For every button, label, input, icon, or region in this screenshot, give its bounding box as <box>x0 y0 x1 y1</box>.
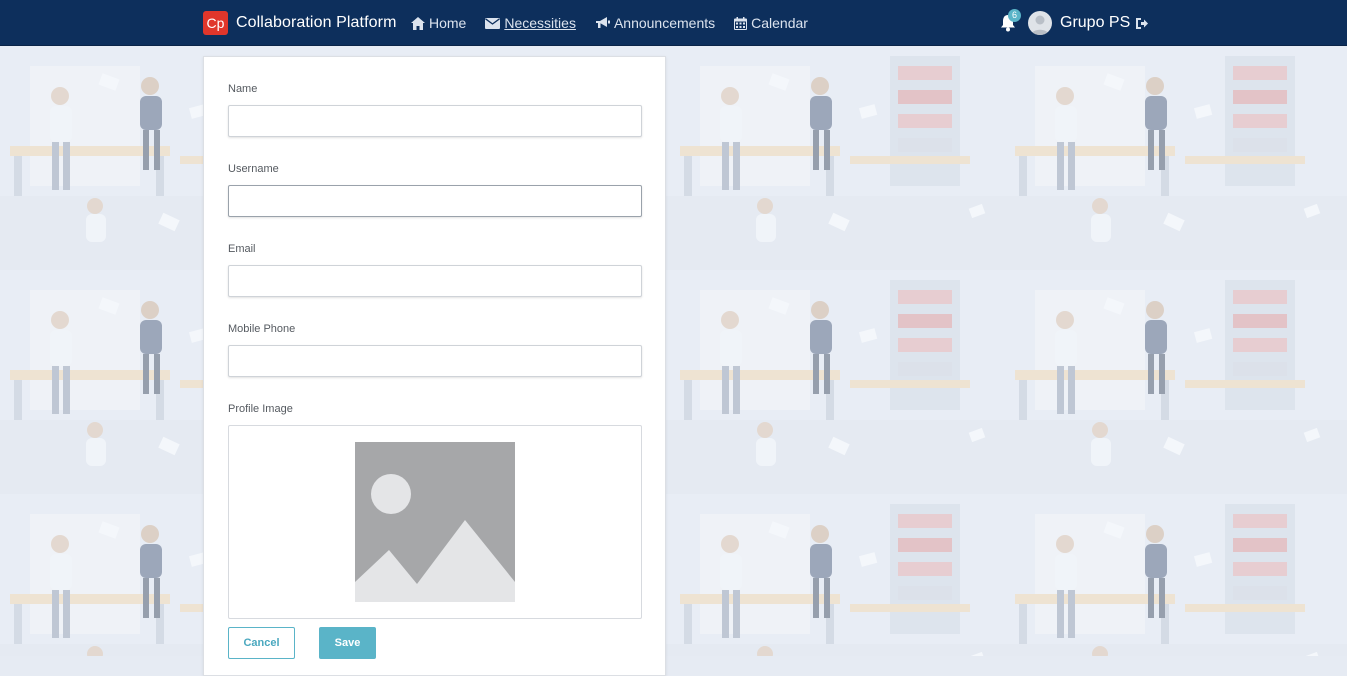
username-label: Username <box>228 163 279 175</box>
nav-link-label: Announcements <box>613 15 716 31</box>
logout-icon[interactable] <box>1136 17 1149 29</box>
bullhorn-icon <box>595 17 610 29</box>
home-icon <box>411 16 425 30</box>
nav-link-home[interactable]: Home <box>411 15 466 31</box>
cancel-button[interactable]: Cancel <box>228 627 295 659</box>
notifications-badge: 6 <box>1008 9 1021 22</box>
user-name[interactable]: Grupo PS <box>1060 14 1130 32</box>
email-field[interactable] <box>228 265 642 297</box>
nav-user-area: 6 Grupo PS <box>997 0 1149 46</box>
nav-link-necessities[interactable]: Necessities <box>485 15 576 31</box>
avatar[interactable] <box>1028 11 1052 35</box>
save-button[interactable]: Save <box>319 627 376 659</box>
name-field[interactable] <box>228 105 642 137</box>
user-silhouette-icon <box>1031 15 1049 35</box>
profile-image-upload[interactable] <box>228 425 642 619</box>
nav-link-label: Calendar <box>751 15 808 31</box>
name-label: Name <box>228 83 258 95</box>
notifications-button[interactable]: 6 <box>997 9 1021 34</box>
nav-link-label: Necessities <box>504 15 576 31</box>
nav-link-announcements[interactable]: Announcements <box>595 15 715 31</box>
username-field[interactable] <box>228 185 642 217</box>
brand-name: Collaboration Platform <box>236 14 397 31</box>
profile-form-card: Name Username Email Mobile Phone Profile… <box>203 56 666 676</box>
nav-link-label: Home <box>429 15 467 31</box>
mobile-phone-field[interactable] <box>228 345 642 377</box>
profile-image-label: Profile Image <box>228 403 293 415</box>
nav-links: Home Necessities Announcements Calendar <box>411 0 827 46</box>
envelope-icon <box>485 17 501 29</box>
mobile-phone-label: Mobile Phone <box>228 323 296 335</box>
nav-link-calendar[interactable]: Calendar <box>734 15 808 31</box>
top-navbar: Cp Collaboration Platform Home Necessiti… <box>0 0 1347 46</box>
brand[interactable]: Cp Collaboration Platform <box>203 11 397 35</box>
image-placeholder-icon <box>355 442 515 607</box>
brand-logo: Cp <box>203 11 228 35</box>
calendar-icon <box>734 16 748 30</box>
email-label: Email <box>228 243 256 255</box>
